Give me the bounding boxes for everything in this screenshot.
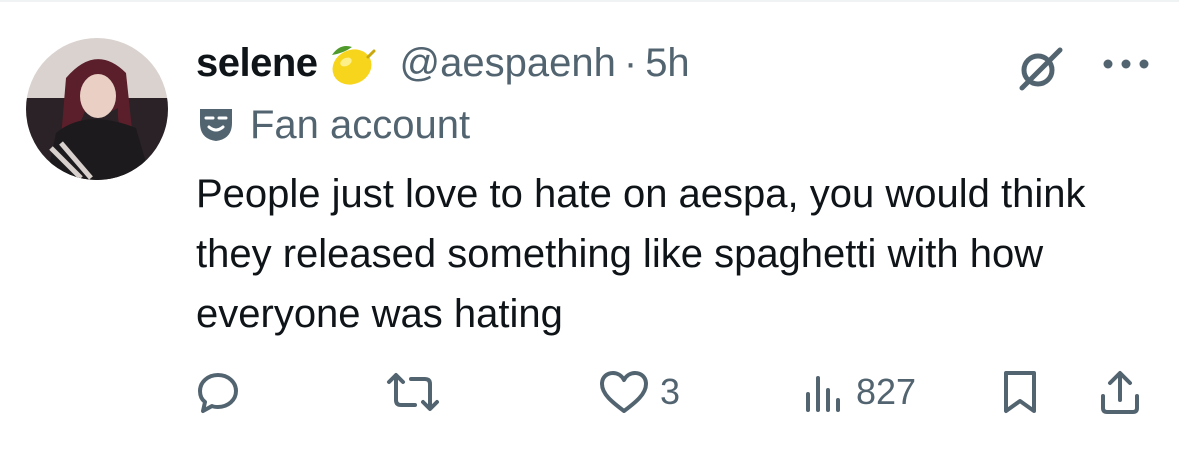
display-name[interactable]: selene <box>196 41 318 86</box>
bookmark-icon <box>1004 371 1036 413</box>
top-divider <box>0 0 1179 2</box>
action-bar: 3 827 <box>0 360 1179 424</box>
handle[interactable]: @aespaenh <box>400 41 616 86</box>
views-button[interactable]: 827 <box>802 360 916 424</box>
reply-button[interactable] <box>196 360 250 424</box>
separator-dot: · <box>623 40 638 85</box>
share-button[interactable] <box>1098 360 1142 424</box>
theater-mask-icon <box>196 103 236 148</box>
avatar[interactable] <box>26 38 168 180</box>
like-button[interactable]: 3 <box>598 360 680 424</box>
like-count: 3 <box>660 371 681 412</box>
views-count: 827 <box>856 371 917 412</box>
affiliation-label: Fan account <box>196 100 470 150</box>
share-icon <box>1101 371 1139 414</box>
tweet-text: People just love to hate on aespa, you w… <box>196 172 1086 336</box>
tweet-header: selene @aespaenh · 5h <box>196 30 690 96</box>
timestamp[interactable]: 5h <box>645 41 690 86</box>
label-text: Fan account <box>250 102 471 147</box>
heart-icon <box>600 371 648 413</box>
grok-icon[interactable] <box>1012 40 1068 96</box>
more-options-icon[interactable] <box>1100 44 1152 84</box>
reply-icon <box>198 373 238 413</box>
bookmark-button[interactable] <box>1000 360 1040 424</box>
retweet-icon <box>387 373 439 411</box>
views-icon <box>806 376 840 412</box>
retweet-button[interactable] <box>385 360 451 424</box>
lemon-icon <box>322 35 378 91</box>
